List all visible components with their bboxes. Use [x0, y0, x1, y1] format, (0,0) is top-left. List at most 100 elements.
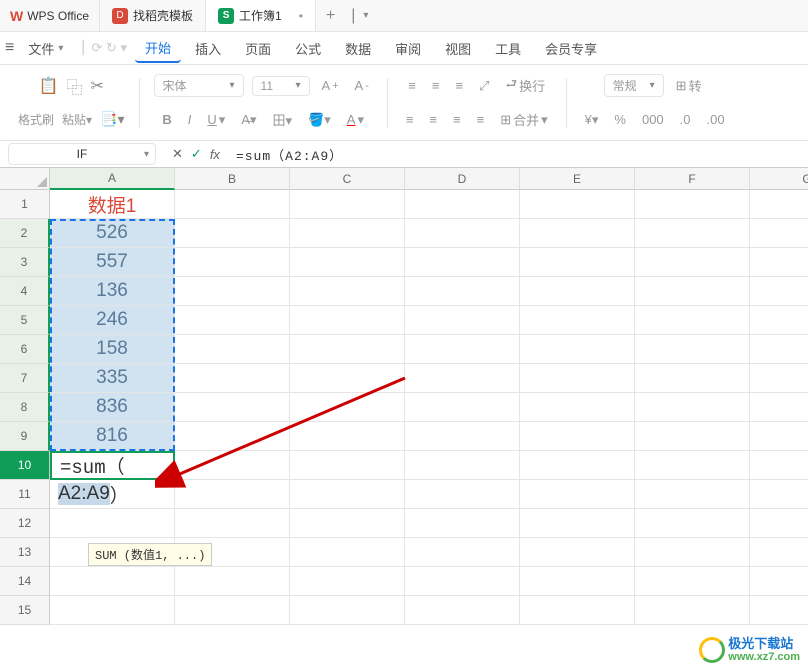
cell[interactable]: [520, 219, 635, 248]
add-tab-button[interactable]: +: [316, 7, 345, 25]
align-left-button[interactable]: ≡: [402, 110, 418, 129]
cell[interactable]: [290, 567, 405, 596]
cell[interactable]: [750, 190, 808, 219]
copy-icon[interactable]: ⿻: [67, 74, 83, 98]
cell[interactable]: [50, 509, 175, 538]
cell[interactable]: [520, 335, 635, 364]
menu-review[interactable]: 审阅: [385, 35, 431, 62]
cell[interactable]: [635, 480, 750, 509]
cell[interactable]: [520, 451, 635, 480]
row-header[interactable]: 12: [0, 509, 50, 538]
cell[interactable]: [750, 451, 808, 480]
align-right-button[interactable]: ≡: [449, 110, 465, 129]
currency-button[interactable]: ¥▾: [581, 110, 603, 130]
cell[interactable]: [635, 509, 750, 538]
cell[interactable]: [750, 393, 808, 422]
cell[interactable]: [635, 596, 750, 625]
cell[interactable]: [290, 306, 405, 335]
cell[interactable]: [290, 538, 405, 567]
cell[interactable]: [175, 422, 290, 451]
menu-view[interactable]: 视图: [435, 35, 481, 62]
cell[interactable]: [635, 277, 750, 306]
cell[interactable]: [175, 393, 290, 422]
align-center-button[interactable]: ≡: [425, 110, 441, 129]
col-header-g[interactable]: G: [750, 168, 808, 190]
tab-workbook[interactable]: S 工作簿1 •: [206, 0, 316, 31]
cell[interactable]: [290, 248, 405, 277]
merge-button[interactable]: ⊞ 合并▾: [496, 108, 551, 131]
cell[interactable]: [520, 538, 635, 567]
tab-template[interactable]: D 找稻壳模板: [100, 0, 206, 31]
col-header-d[interactable]: D: [405, 168, 520, 190]
font-color-button[interactable]: A▾: [343, 110, 368, 130]
hamburger-icon[interactable]: ≡: [5, 39, 14, 57]
cell[interactable]: [635, 364, 750, 393]
paste-label[interactable]: 粘贴▾: [62, 111, 92, 128]
cell[interactable]: [405, 335, 520, 364]
wrap-button[interactable]: ⮐ 换行: [501, 73, 549, 99]
align-middle-button[interactable]: ≡: [428, 76, 444, 95]
cell-a6[interactable]: 158: [50, 335, 175, 364]
select-all-corner[interactable]: [0, 168, 50, 190]
cell[interactable]: [750, 335, 808, 364]
cell-a7[interactable]: 335: [50, 364, 175, 393]
cell[interactable]: [520, 480, 635, 509]
col-header-c[interactable]: C: [290, 168, 405, 190]
row-header[interactable]: 14: [0, 567, 50, 596]
row-header[interactable]: 8: [0, 393, 50, 422]
cell[interactable]: [405, 277, 520, 306]
font-select[interactable]: 宋体▾: [154, 74, 244, 97]
strikethrough-button[interactable]: A̶▾: [237, 110, 260, 130]
decrease-font-button[interactable]: A-: [351, 76, 373, 95]
cell-a10[interactable]: =sum（: [50, 451, 175, 480]
cell[interactable]: [635, 219, 750, 248]
cell[interactable]: [290, 393, 405, 422]
name-box[interactable]: IF▾: [8, 143, 156, 165]
row-header[interactable]: 3: [0, 248, 50, 277]
cell[interactable]: [405, 248, 520, 277]
cell[interactable]: [405, 451, 520, 480]
bold-button[interactable]: B: [158, 110, 175, 129]
cell[interactable]: [290, 509, 405, 538]
increase-decimal-button[interactable]: .00: [703, 110, 729, 129]
cell[interactable]: [175, 190, 290, 219]
col-header-e[interactable]: E: [520, 168, 635, 190]
cell[interactable]: [520, 277, 635, 306]
cell[interactable]: [175, 306, 290, 335]
cell[interactable]: [750, 364, 808, 393]
fill-handle[interactable]: [173, 478, 179, 484]
row-header[interactable]: 1: [0, 190, 50, 219]
menu-file[interactable]: 文件 ▾: [18, 35, 73, 62]
cancel-formula-button[interactable]: ✕: [172, 146, 183, 162]
menu-data[interactable]: 数据: [335, 35, 381, 62]
cell[interactable]: [175, 567, 290, 596]
cell[interactable]: [750, 509, 808, 538]
app-logo[interactable]: W WPS Office: [0, 0, 100, 31]
cell[interactable]: [750, 538, 808, 567]
cell[interactable]: [50, 596, 175, 625]
decrease-decimal-button[interactable]: .0: [676, 110, 695, 129]
cell[interactable]: [405, 190, 520, 219]
cell[interactable]: [290, 190, 405, 219]
cell[interactable]: [175, 219, 290, 248]
col-header-b[interactable]: B: [175, 168, 290, 190]
cell[interactable]: [290, 364, 405, 393]
cell[interactable]: [50, 567, 175, 596]
cell[interactable]: [405, 364, 520, 393]
cell[interactable]: [750, 219, 808, 248]
row-header[interactable]: 13: [0, 538, 50, 567]
menu-tools[interactable]: 工具: [485, 35, 531, 62]
cell[interactable]: [175, 364, 290, 393]
size-select[interactable]: 11▾: [252, 76, 310, 96]
cell[interactable]: [405, 567, 520, 596]
cell[interactable]: [635, 190, 750, 219]
cell[interactable]: [520, 190, 635, 219]
comma-button[interactable]: 000: [638, 110, 668, 129]
underline-button[interactable]: U▾: [203, 110, 229, 130]
row-header[interactable]: 10: [0, 451, 50, 480]
cell[interactable]: [405, 480, 520, 509]
number-format-select[interactable]: 常规▾: [604, 74, 664, 97]
cell[interactable]: [520, 393, 635, 422]
align-top-button[interactable]: ≡: [404, 76, 420, 95]
cell[interactable]: [520, 364, 635, 393]
